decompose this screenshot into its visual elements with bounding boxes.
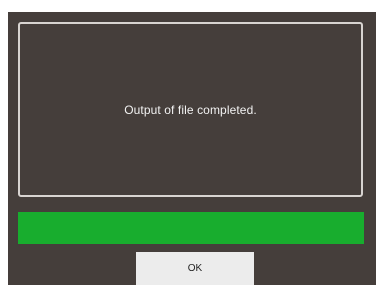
completion-dialog: Output of file completed. OK bbox=[8, 12, 376, 285]
message-panel: Output of file completed. bbox=[18, 22, 363, 197]
ok-button[interactable]: OK bbox=[136, 252, 254, 285]
progress-bar-fill bbox=[18, 212, 364, 244]
progress-bar bbox=[18, 212, 364, 244]
completion-message: Output of file completed. bbox=[124, 102, 257, 117]
